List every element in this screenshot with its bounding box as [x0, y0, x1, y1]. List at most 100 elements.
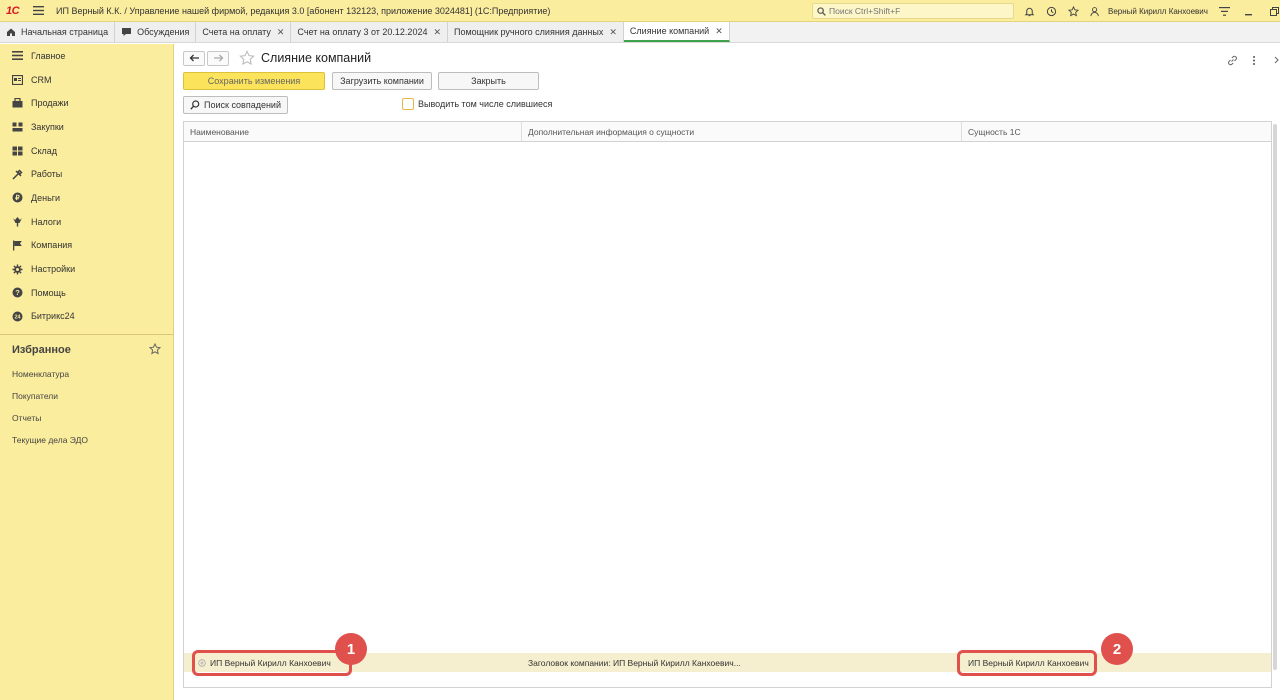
column-header-info[interactable]: Дополнительная информация о сущности — [522, 122, 962, 141]
tab-invoices[interactable]: Счета на оплату ✕ — [196, 22, 292, 42]
tab-label: Помощник ручного слияния данных — [454, 27, 604, 37]
show-merged-label: Выводить том числе слившиеся — [418, 99, 553, 109]
money-icon: ₽ — [11, 192, 23, 204]
svg-text:24: 24 — [14, 315, 21, 321]
main-content: Слияние компаний Сохранить изменения Заг… — [175, 44, 1280, 700]
crm-icon — [11, 74, 23, 86]
sidebar-item-label: Закупки — [31, 121, 64, 132]
sidebar-item-crm[interactable]: CRM — [0, 68, 173, 92]
sidebar-item-settings[interactable]: Настройки — [0, 257, 173, 281]
scrollbar-thumb[interactable] — [1273, 124, 1277, 670]
forward-button[interactable] — [207, 50, 229, 66]
sidebar-item-works[interactable]: Работы — [0, 162, 173, 186]
purchases-icon — [11, 121, 23, 133]
sidebar-item-purchases[interactable]: Закупки — [0, 115, 173, 139]
star-icon[interactable] — [239, 50, 255, 66]
star-icon[interactable] — [148, 342, 162, 358]
sidebar-item-money[interactable]: ₽ Деньги — [0, 186, 173, 210]
search-icon — [190, 100, 200, 110]
favorite-item[interactable]: Номенклатура — [0, 363, 173, 385]
sidebar-item-label: Налоги — [31, 216, 62, 227]
tab-company-merge[interactable]: Слияние компаний ✕ — [623, 22, 730, 42]
close-icon[interactable]: ✕ — [715, 26, 723, 37]
tab-label: Счета на оплату — [202, 27, 271, 37]
title-bar: 1С ИП Верный К.К. / Управление нашей фир… — [0, 0, 1280, 22]
app-logo[interactable]: 1С — [6, 5, 30, 17]
global-search-input[interactable] — [829, 6, 1009, 16]
table-header: Наименование Дополнительная информация о… — [184, 122, 1271, 142]
sidebar-item-main[interactable]: Главное — [0, 44, 173, 68]
chat-icon — [121, 27, 132, 37]
button-label: Поиск совпадений — [204, 100, 281, 110]
minimize-icon[interactable] — [1242, 3, 1258, 19]
user-name[interactable]: Верный Кирилл Канхоевич — [1108, 7, 1208, 16]
bitrix24-icon: 24 — [11, 310, 23, 322]
menu-icon — [11, 50, 23, 62]
tab-invoice-3[interactable]: Счет на оплату 3 от 20.12.2024 ✕ — [291, 22, 449, 42]
close-icon[interactable]: ✕ — [433, 27, 441, 38]
back-button[interactable] — [183, 50, 205, 66]
callout-badge-1: 1 — [335, 633, 367, 665]
sidebar-item-sales[interactable]: Продажи — [0, 91, 173, 115]
sidebar-item-bitrix24[interactable]: 24 Битрикс24 — [0, 305, 173, 329]
close-button[interactable]: Закрыть — [438, 72, 539, 90]
help-icon: ? — [11, 287, 23, 299]
favorite-item[interactable]: Текущие дела ЭДО — [0, 429, 173, 451]
close-icon[interactable]: ✕ — [609, 27, 617, 38]
main-menu-icon[interactable] — [30, 3, 46, 19]
global-search[interactable] — [812, 3, 1014, 19]
tab-label: Слияние компаний — [629, 26, 710, 36]
callout-highlight-name — [192, 650, 352, 676]
favorite-item[interactable]: Отчеты — [0, 407, 173, 429]
user-icon[interactable] — [1087, 3, 1103, 19]
show-merged-checkbox[interactable] — [402, 98, 414, 110]
sidebar-item-label: Деньги — [31, 192, 61, 203]
tab-label: Начальная страница — [21, 27, 109, 37]
save-changes-button[interactable]: Сохранить изменения — [183, 72, 325, 90]
link-icon[interactable] — [1224, 52, 1240, 68]
favorites-star-icon[interactable] — [1065, 3, 1081, 19]
taxes-icon — [11, 216, 23, 228]
divider — [0, 334, 173, 336]
column-header-name[interactable]: Наименование — [184, 122, 522, 141]
sidebar-item-taxes[interactable]: Налоги — [0, 210, 173, 234]
history-icon[interactable] — [1043, 3, 1059, 19]
svg-text:?: ? — [15, 288, 20, 297]
settings-menu-icon[interactable] — [1217, 3, 1233, 19]
gear-icon — [11, 263, 23, 275]
more-icon[interactable] — [1246, 52, 1262, 68]
tab-home[interactable]: Начальная страница — [0, 22, 116, 42]
sidebar-item-label: Настройки — [31, 264, 76, 275]
sidebar-item-help[interactable]: ? Помощь — [0, 281, 173, 305]
column-header-entity[interactable]: Сущность 1С — [962, 122, 1271, 141]
arrow-right-icon — [213, 54, 223, 62]
sidebar-item-warehouse[interactable]: Склад — [0, 139, 173, 163]
sidebar: Главное CRM Продажи Закупки Склад Работы… — [0, 44, 174, 700]
sidebar-item-label: Компания — [31, 240, 73, 251]
sidebar-item-label: Продажи — [31, 98, 69, 109]
callout-badge-2: 2 — [1101, 633, 1133, 665]
restore-icon[interactable] — [1267, 3, 1280, 19]
close-icon[interactable]: ✕ — [277, 27, 285, 38]
tab-strip: Начальная страница Обсуждения Счета на о… — [0, 22, 1280, 43]
flag-icon — [11, 239, 23, 251]
tools-icon — [11, 168, 23, 180]
svg-text:₽: ₽ — [15, 194, 20, 202]
callout-highlight-entity — [957, 650, 1097, 676]
tab-merge-assistant[interactable]: Помощник ручного слияния данных ✕ — [448, 22, 624, 42]
favorite-item[interactable]: Покупатели — [0, 385, 173, 407]
bell-icon[interactable] — [1021, 3, 1037, 19]
sidebar-item-company[interactable]: Компания — [0, 234, 173, 258]
vertical-scrollbar[interactable] — [1271, 44, 1280, 700]
sidebar-item-label: CRM — [31, 74, 52, 85]
show-merged-option[interactable]: Выводить том числе слившиеся — [402, 98, 552, 110]
title-bar-actions: Верный Кирилл Канхоевич — [1018, 2, 1280, 20]
cell-info[interactable]: Заголовок компании: ИП Верный Кирилл Кан… — [522, 658, 962, 668]
tab-discussions[interactable]: Обсуждения — [115, 22, 197, 42]
arrow-left-icon — [189, 54, 199, 62]
sidebar-item-label: Помощь — [31, 287, 66, 298]
load-companies-button[interactable]: Загрузить компании — [332, 72, 432, 90]
sales-icon — [11, 97, 23, 109]
search-matches-button[interactable]: Поиск совпадений — [183, 96, 288, 114]
tab-label: Обсуждения — [137, 27, 190, 37]
